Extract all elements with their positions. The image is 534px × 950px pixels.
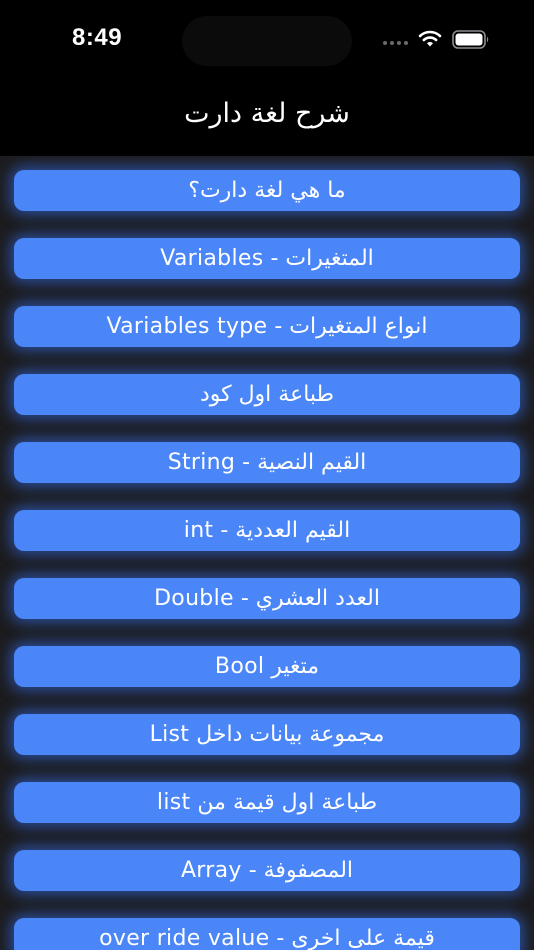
lesson-button-print-list-first[interactable]: طباعة اول قيمة من list [14, 782, 520, 823]
lesson-list: ما هي لغة دارت؟ المتغيرات - Variables ان… [14, 170, 520, 950]
status-time: 8:49 [72, 24, 123, 51]
lesson-button-array[interactable]: المصفوفة - Array [14, 850, 520, 891]
page-title: شرح لغة دارت [184, 98, 350, 129]
dynamic-island [182, 16, 352, 66]
cellular-signal-icon [383, 41, 409, 47]
lesson-button-override-value[interactable]: قيمة على اخرى - over ride value [14, 918, 520, 950]
status-bar: 8:49 [0, 0, 534, 80]
lesson-button-bool[interactable]: متغير Bool [14, 646, 520, 687]
lesson-button-list[interactable]: مجموعة بيانات داخل List [14, 714, 520, 755]
lesson-button-what-is-dart[interactable]: ما هي لغة دارت؟ [14, 170, 520, 211]
battery-icon [452, 30, 489, 49]
lesson-button-variables[interactable]: المتغيرات - Variables [14, 238, 520, 279]
lesson-button-variable-types[interactable]: انواع المتغيرات - Variables type [14, 306, 520, 347]
lesson-button-double[interactable]: العدد العشري - Double [14, 578, 520, 619]
lesson-button-int[interactable]: القيم العددية - int [14, 510, 520, 551]
lesson-button-first-print[interactable]: طباعة اول كود [14, 374, 520, 415]
wifi-icon [418, 30, 442, 47]
lesson-button-string[interactable]: القيم النصية - String [14, 442, 520, 483]
lesson-list-container[interactable]: ما هي لغة دارت؟ المتغيرات - Variables ان… [0, 156, 534, 950]
navigation-bar: شرح لغة دارت [0, 80, 534, 156]
